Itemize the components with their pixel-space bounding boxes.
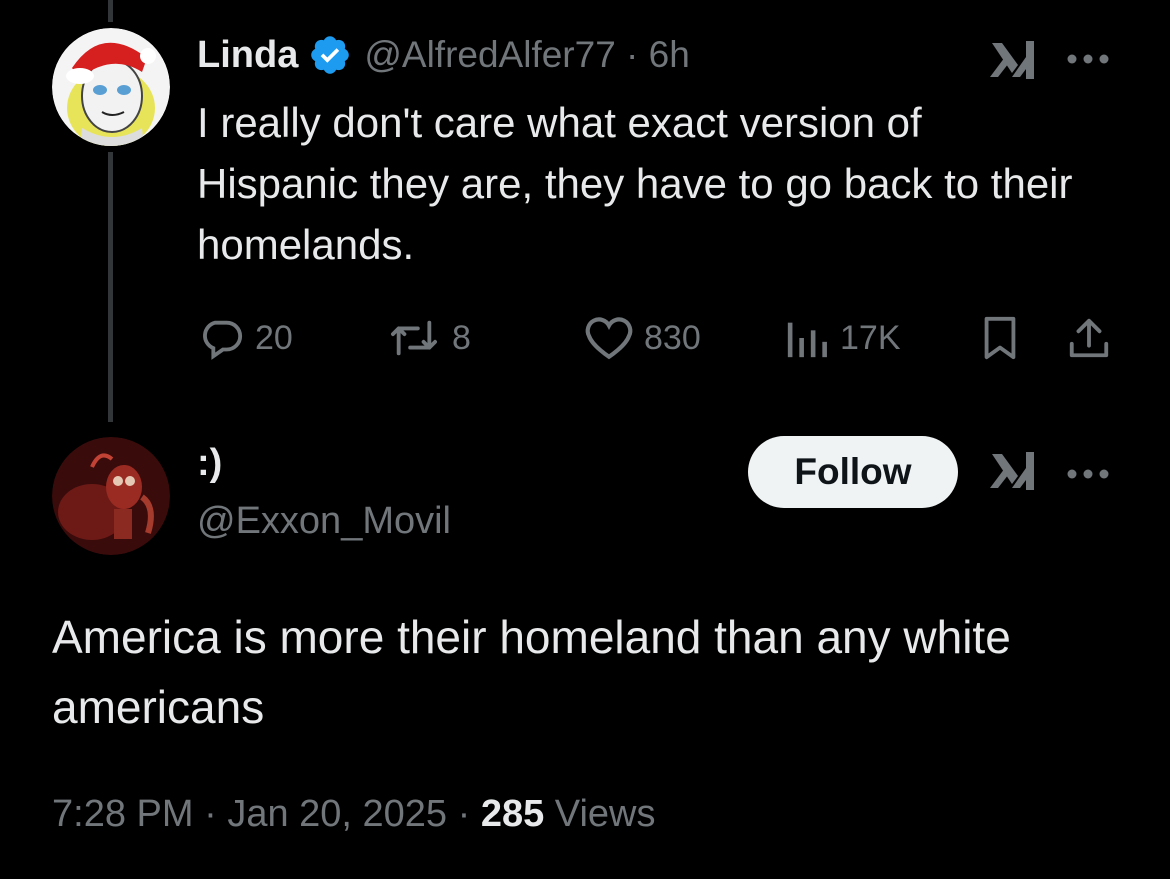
more-dots-icon[interactable] xyxy=(1066,467,1110,479)
tweet-date[interactable]: Jan 20, 2025 xyxy=(227,793,447,835)
reply-handle[interactable]: @Exxon_Movil xyxy=(197,500,451,543)
tweet-time[interactable]: 7:28 PM xyxy=(52,793,194,835)
grok-icon[interactable] xyxy=(988,37,1038,83)
reply-tweet-text: America is more their homeland than any … xyxy=(52,611,1011,733)
handle-and-time[interactable]: @AlfredAlfer77 · 6h xyxy=(364,34,689,76)
meta-separator: · xyxy=(447,793,481,835)
verified-badge-icon xyxy=(308,33,352,77)
repost-icon xyxy=(386,315,442,361)
reply-count: 20 xyxy=(255,318,293,357)
tweet-header: Linda @AlfredAlfer77 · 6h xyxy=(197,30,690,80)
tweet-views-count: 285 xyxy=(480,793,545,835)
heart-icon xyxy=(584,315,634,361)
display-name[interactable]: Linda xyxy=(197,34,298,77)
views-count: 17K xyxy=(840,318,901,357)
bookmark-button[interactable] xyxy=(980,312,1020,364)
repost-button[interactable]: 8 xyxy=(386,312,471,364)
reply-bubble-icon xyxy=(197,315,245,361)
grok-icon[interactable] xyxy=(988,448,1038,494)
like-button[interactable]: 830 xyxy=(584,312,701,364)
avatar[interactable] xyxy=(52,437,170,555)
meta-separator: · xyxy=(193,793,228,835)
follow-button[interactable]: Follow xyxy=(748,436,958,508)
share-button[interactable] xyxy=(1066,312,1112,364)
tweet-text: I really don't care what exact version o… xyxy=(197,99,1073,268)
repost-count: 8 xyxy=(452,318,471,357)
thread-line xyxy=(108,152,113,422)
more-dots-icon[interactable] xyxy=(1066,52,1110,64)
views-button[interactable]: 17K xyxy=(784,312,901,364)
like-count: 830 xyxy=(644,318,701,357)
views-bars-icon xyxy=(784,315,830,361)
tweet-views-label: Views xyxy=(544,793,656,835)
avatar[interactable] xyxy=(52,28,170,146)
bookmark-icon xyxy=(980,315,1020,361)
tweet-meta: 7:28 PM · Jan 20, 2025 · 285 Views xyxy=(52,793,656,836)
share-icon xyxy=(1066,315,1112,361)
reply-display-name[interactable]: :) xyxy=(197,442,222,485)
reply-button[interactable]: 20 xyxy=(197,312,293,364)
thread-line-top xyxy=(108,0,113,22)
